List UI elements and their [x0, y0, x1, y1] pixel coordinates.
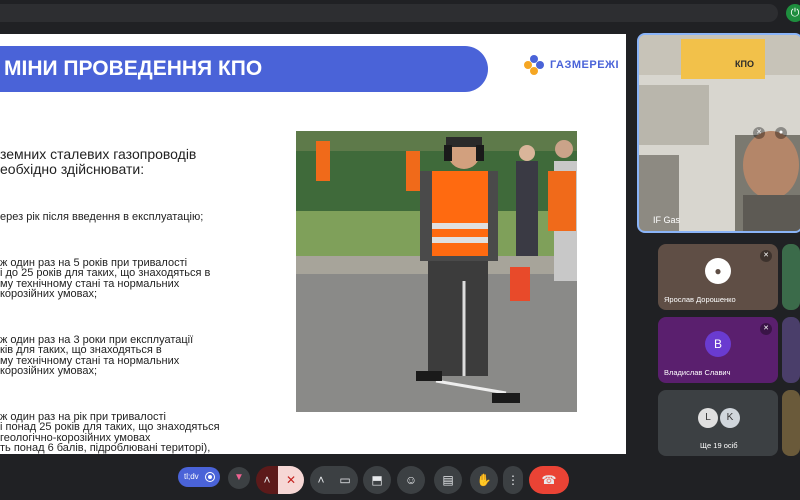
list-item: ж один раз на рік при тривалості і понад…	[0, 410, 220, 454]
record-dot-icon	[206, 473, 214, 481]
camera-button[interactable]: ▭	[332, 466, 358, 494]
logo-text: ГАЗМЕРЕЖІ	[550, 59, 620, 71]
avatar: В	[705, 331, 731, 357]
address-bar[interactable]	[0, 4, 778, 22]
captions-button[interactable]: ▤	[434, 466, 462, 494]
browser-topbar: ⏻	[0, 0, 800, 26]
participant-tile[interactable]	[782, 390, 800, 456]
others-tile[interactable]: L K Ще 19 осіб	[658, 390, 778, 456]
slide-title: МІНИ ПРОВЕДЕННЯ КПО	[0, 46, 488, 92]
more-options-button[interactable]: ⋮	[503, 466, 523, 494]
mic-off-button[interactable]: ✕	[278, 466, 304, 494]
mic-off-icon: ✕	[753, 127, 765, 139]
present-button[interactable]: ⬒	[363, 466, 391, 494]
participant-name: Владислав Славич	[664, 368, 731, 377]
raise-hand-button[interactable]: ✋	[470, 466, 498, 494]
audio-options-button[interactable]: ˄	[256, 466, 278, 494]
participant-tile[interactable]	[782, 317, 800, 383]
list-item: ерез рік після введення в експлуатацію;	[0, 211, 204, 223]
speaker-name: IF Gas	[653, 215, 681, 225]
meeting-controls: tl;dv ▼ ˄ ✕ ˄ ▭ ⬒ ☺ ▤ ✋ ⋮ ☎	[0, 462, 800, 500]
inspector-illustration	[296, 131, 577, 412]
participant-tile[interactable]: В ✕ Владислав Славич	[658, 317, 778, 383]
avatar: K	[720, 408, 740, 428]
leave-call-button[interactable]: ☎	[529, 466, 569, 494]
avatar: L	[698, 408, 718, 428]
logo-mark-icon	[524, 55, 544, 75]
mic-off-icon: ✕	[760, 323, 772, 335]
reaction-button[interactable]: ▼	[228, 467, 250, 489]
slide-body: земних сталевих газопроводів еобхідно зд…	[0, 126, 290, 455]
others-count: Ще 19 осіб	[700, 441, 738, 450]
presentation-slide: МІНИ ПРОВЕДЕННЯ КПО ГАЗМЕРЕЖІ земних ста…	[0, 34, 626, 454]
emoji-button[interactable]: ☺	[397, 466, 425, 494]
list-item: ж один раз на 3 роки при експлуатації кі…	[0, 333, 194, 377]
mic-icon: ●	[775, 127, 787, 139]
avatar: ●	[705, 258, 731, 284]
power-icon[interactable]: ⏻	[786, 4, 800, 22]
gazmerezhi-logo: ГАЗМЕРЕЖІ	[524, 54, 619, 76]
participant-tile[interactable]	[782, 244, 800, 310]
video-options-button[interactable]: ˄	[310, 466, 332, 494]
participant-tile[interactable]: ● ✕ Ярослав Дорошенко	[658, 244, 778, 310]
slide-lead: земних сталевих газопроводів еобхідно зд…	[0, 146, 197, 177]
sign-text: КПО	[735, 59, 754, 69]
participant-name: Ярослав Дорошенко	[664, 295, 736, 304]
list-item: ж один раз на 5 років при тривалості і д…	[0, 256, 211, 300]
inspection-photo	[296, 131, 577, 412]
tldv-button[interactable]: tl;dv	[178, 467, 220, 487]
speaker-tile[interactable]: КПО ✕ ● IF Gas	[637, 33, 800, 233]
mic-off-icon: ✕	[760, 250, 772, 262]
